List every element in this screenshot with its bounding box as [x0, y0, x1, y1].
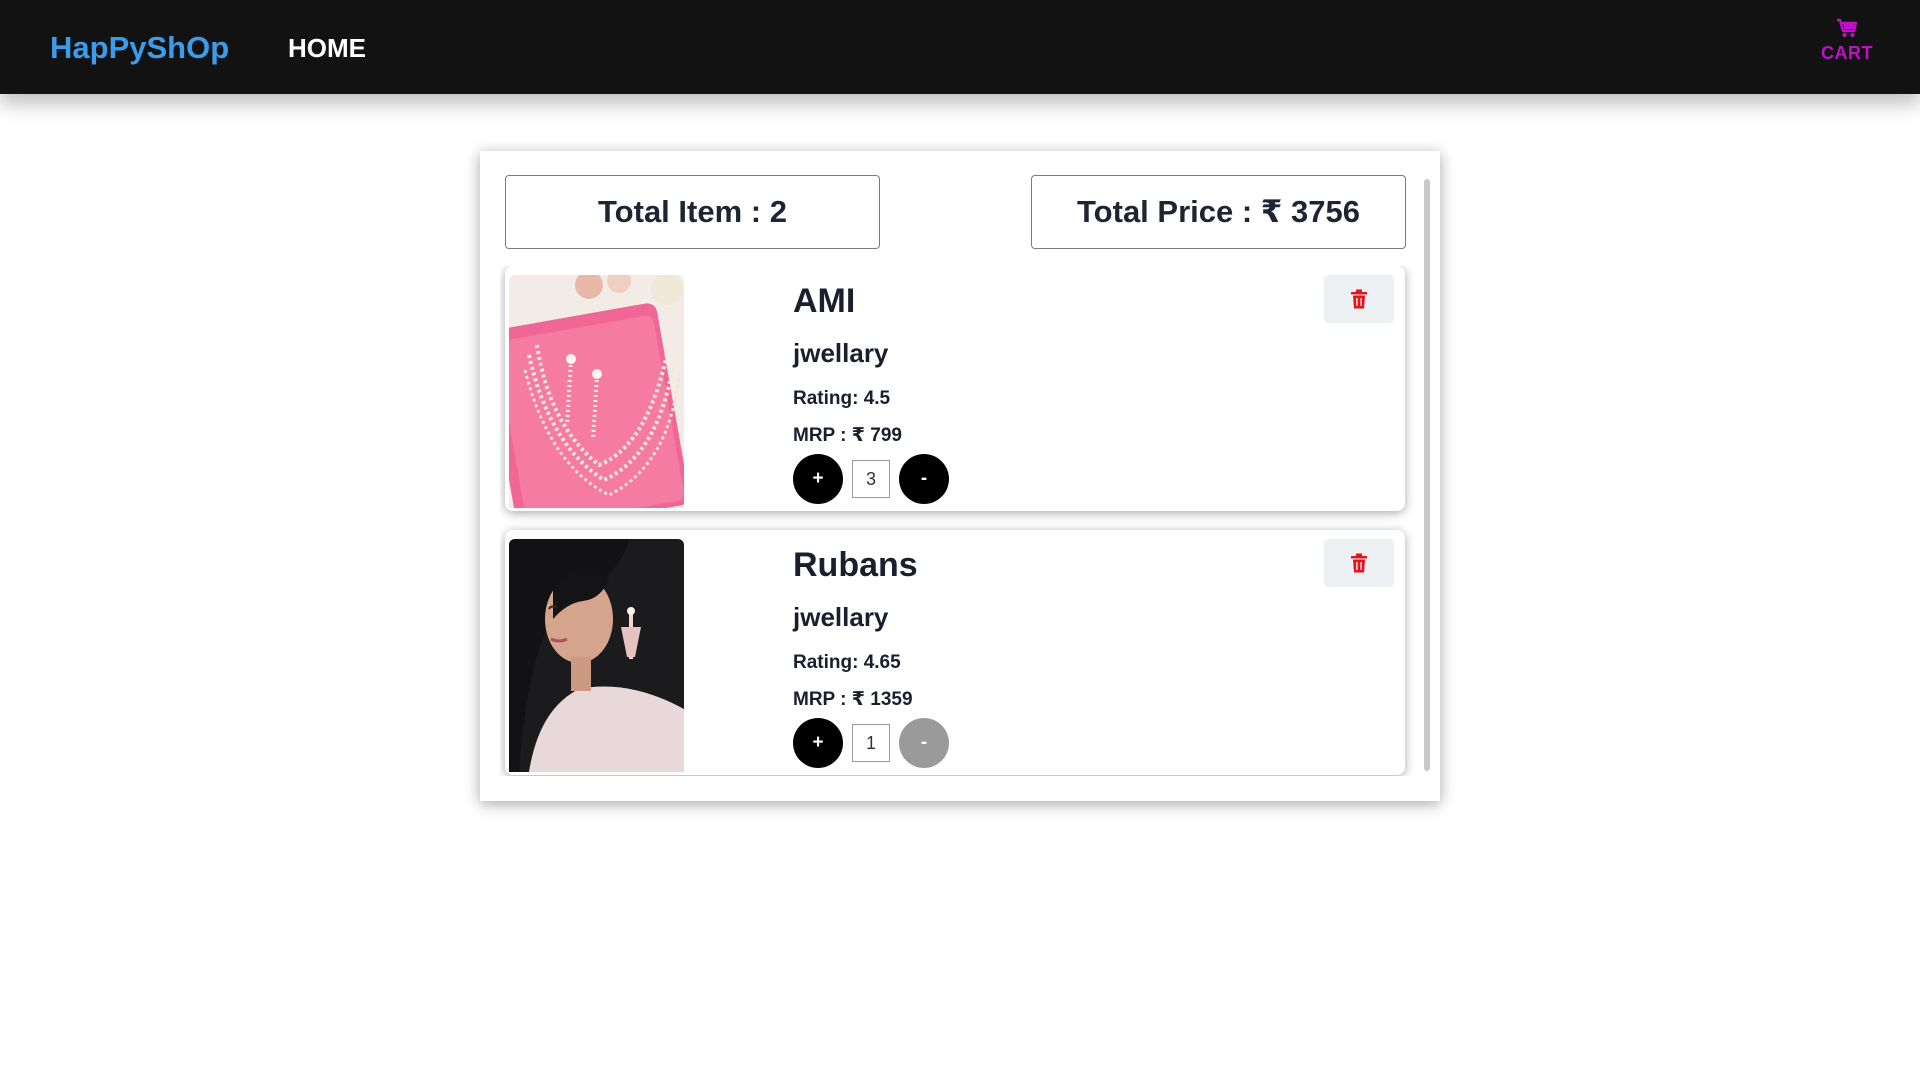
product-mrp: MRP : ₹ 799 [793, 425, 902, 446]
product-title: AMI [793, 282, 856, 320]
trash-icon [1351, 289, 1367, 309]
quantity-value: 3 [852, 460, 890, 498]
delete-item-button[interactable] [1324, 275, 1394, 323]
delete-item-button[interactable] [1324, 539, 1394, 587]
quantity-value: 1 [852, 724, 890, 762]
total-price-box: Total Price : ₹ 3756 [1031, 175, 1406, 249]
product-mrp: MRP : ₹ 1359 [793, 689, 913, 710]
product-title: Rubans [793, 546, 918, 584]
increase-quantity-button[interactable]: + [793, 718, 843, 768]
product-category: jwellary [793, 602, 889, 632]
navbar: HapPyShOp HOME CART [0, 0, 1920, 94]
cart-item: AMI jwellary Rating: 4.5 MRP : ₹ 799 + 3… [505, 266, 1405, 511]
product-image [509, 539, 684, 772]
decrease-quantity-button[interactable]: - [899, 718, 949, 768]
cart-items-list[interactable]: AMI jwellary Rating: 4.5 MRP : ₹ 799 + 3… [500, 266, 1420, 776]
product-rating: Rating: 4.5 [793, 388, 891, 409]
cart-panel: Total Item : 2 Total Price : ₹ 3756 AMI … [480, 151, 1440, 801]
brand-logo[interactable]: HapPyShOp [50, 30, 229, 66]
scrollbar[interactable] [1424, 179, 1430, 771]
product-image [509, 275, 684, 508]
nav-home-link[interactable]: HOME [288, 33, 366, 64]
decrease-quantity-button[interactable]: - [899, 454, 949, 504]
cart-label: CART [1821, 43, 1873, 63]
total-items-box: Total Item : 2 [505, 175, 880, 249]
nav-cart-link[interactable]: CART [1815, 18, 1879, 64]
product-category: jwellary [793, 338, 889, 368]
cart-icon [1837, 18, 1858, 37]
trash-icon [1351, 553, 1367, 573]
increase-quantity-button[interactable]: + [793, 454, 843, 504]
cart-item: Rubans jwellary Rating: 4.65 MRP : ₹ 135… [505, 530, 1405, 775]
product-rating: Rating: 4.65 [793, 652, 901, 673]
